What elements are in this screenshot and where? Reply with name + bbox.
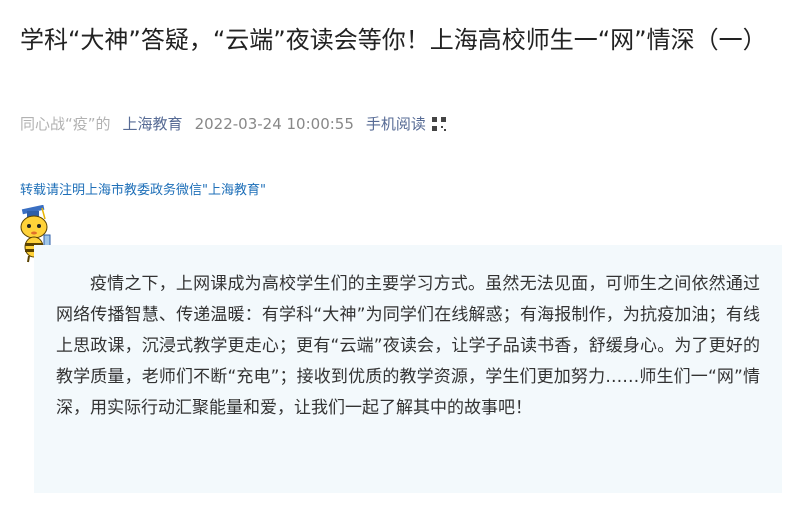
intro-paragraph: 疫情之下，上网课成为高校学生们的主要学习方式。虽然无法见面，可师生之间依然通过网… [56,274,760,418]
reprint-notice: 转载请注明上海市教委政务微信"上海教育" [20,183,266,198]
mobile-read-link[interactable]: 手机阅读 [366,113,426,135]
article-title: 学科“大神”答疑，“云端”夜读会等你！上海高校师生一“网”情深（一） [20,26,767,54]
column-label: 同心战“疫”的 [20,115,111,133]
account-link[interactable]: 上海教育 [123,113,183,135]
intro-box: 疫情之下，上网课成为高校学生们的主要学习方式。虽然无法见面，可师生之间依然通过网… [34,245,782,493]
publish-date: 2022-03-24 10:00:55 [194,115,354,133]
article-meta: 同心战“疫”的 上海教育 2022-03-24 10:00:55 手机阅读 [20,113,446,135]
qr-code-icon[interactable] [431,117,446,131]
